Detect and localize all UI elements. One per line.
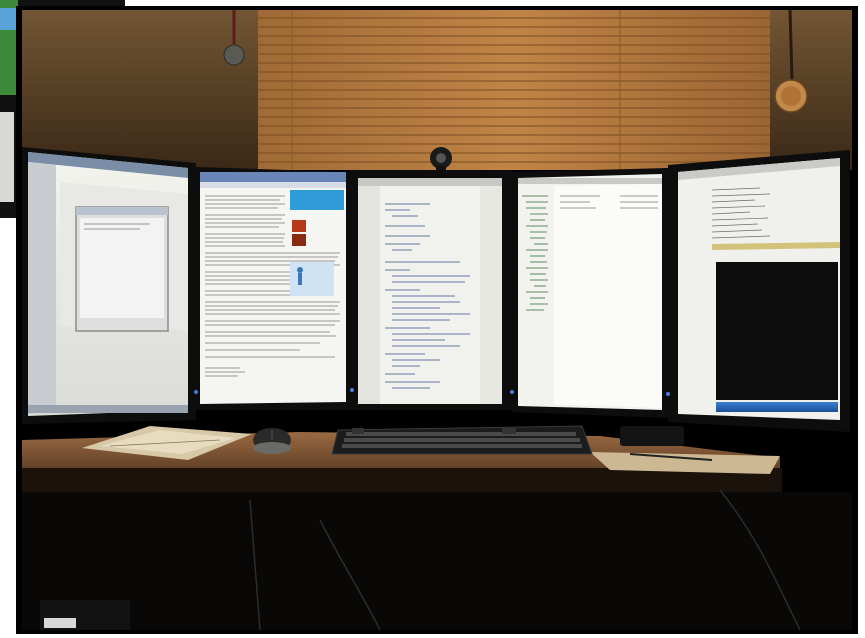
web-sidebar-box (290, 262, 334, 296)
center-left-monitor (200, 172, 346, 404)
right-monitor (678, 158, 840, 420)
window-blinds (258, 10, 770, 170)
keyboard (331, 425, 593, 455)
center-right-monitor (518, 174, 662, 410)
desk-device (620, 426, 684, 446)
left-monitor (28, 152, 188, 416)
web-image-thumbnail (292, 234, 306, 246)
multi-monitor-photo (0, 0, 865, 638)
web-image-thumbnail (292, 220, 306, 232)
mouse (253, 428, 291, 454)
terminal-panel (716, 262, 838, 400)
center-monitor (358, 178, 502, 404)
web-banner (290, 190, 344, 210)
